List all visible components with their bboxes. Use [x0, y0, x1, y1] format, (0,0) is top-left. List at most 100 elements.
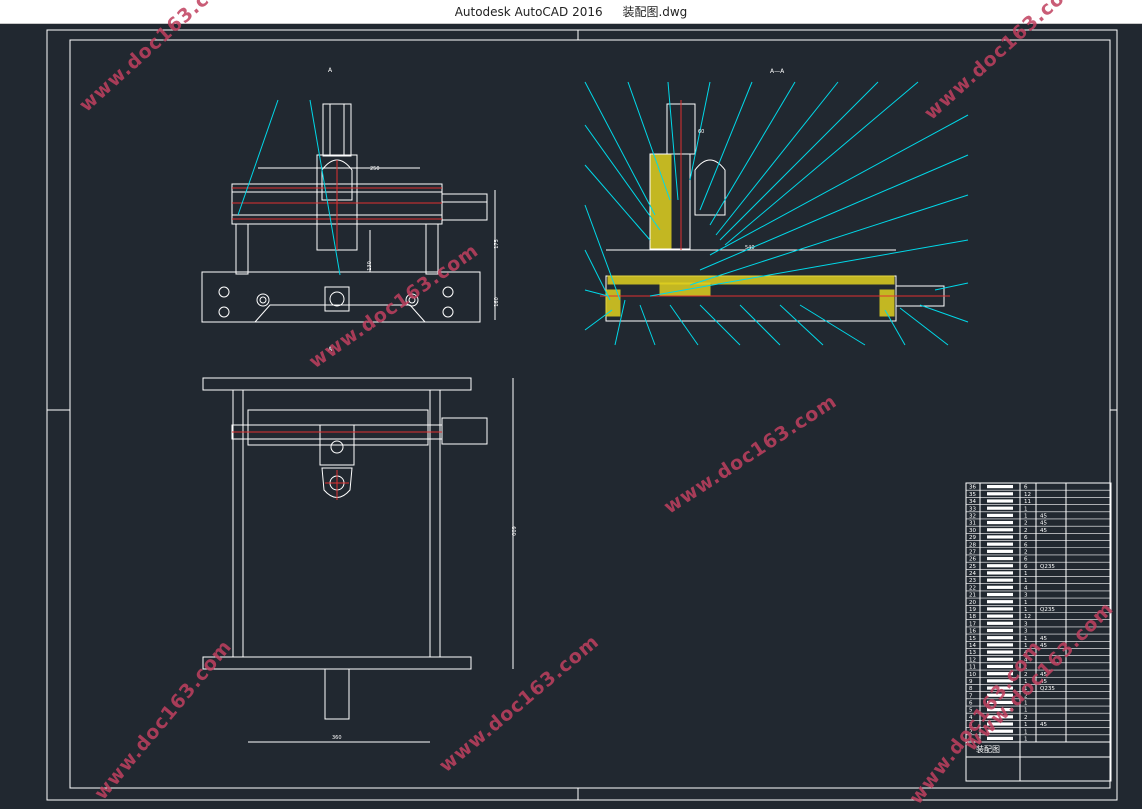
dim-front-total: 130: [366, 261, 373, 271]
bom-row-part-code: [987, 535, 1013, 539]
bom-cell-qty: 2: [1024, 528, 1028, 534]
bom-cell-mat: 45: [1040, 513, 1047, 519]
bom-cell-no: 28: [969, 542, 976, 548]
bom-cell-no: 17: [969, 621, 976, 627]
bom-cell-qty: 2: [1024, 549, 1028, 555]
bom-cell-qty: 6: [1024, 564, 1028, 570]
bom-row-part-code: [987, 614, 1013, 618]
bom-row-part-code: [987, 492, 1013, 496]
bom-cell-no: 9: [969, 679, 973, 685]
bom-cell-qty: 1: [1024, 722, 1028, 728]
dim-section-small: 60: [698, 129, 705, 135]
bom-row-part-code: [987, 528, 1013, 532]
bom-row-part-code: [987, 636, 1013, 640]
bom-cell-qty: 1: [1024, 578, 1028, 584]
bom-row-part-code: [987, 607, 1013, 611]
bom-row-part-code: [987, 485, 1013, 489]
bom-cell-qty: 1: [1024, 506, 1028, 512]
bom-cell-qty: 3: [1024, 593, 1028, 599]
bom-row-part-code: [987, 499, 1013, 503]
bom-cell-no: 10: [969, 672, 976, 678]
bom-cell-qty: 1: [1024, 708, 1028, 714]
bom-cell-no: 12: [969, 657, 976, 663]
bom-cell-no: 20: [969, 600, 976, 606]
dim-front-height: 175: [493, 239, 500, 249]
bom-cell-no: 35: [969, 492, 976, 498]
bom-cell-no: 11: [969, 665, 976, 671]
dim-section-length: 540: [745, 245, 755, 251]
bom-cell-qty: 2: [1024, 715, 1028, 721]
front-centerlines: [232, 160, 442, 250]
bom-cell-no: 30: [969, 528, 976, 534]
dim-plan-width: 360: [332, 735, 342, 741]
bom-cell-no: 36: [969, 485, 976, 491]
bom-row-part-code: [987, 585, 1013, 589]
drawing-svg: 36 635 1234 1133 132 1 4531 2 4530 2 4529 628 627 226…: [46, 29, 1118, 801]
bom-cell-mat: 45: [1040, 636, 1047, 642]
bom-cell-qty: 1: [1024, 513, 1028, 519]
dim-front-base: 160: [493, 297, 500, 307]
bom-row-part-code: [987, 542, 1013, 546]
bom-cell-no: 6: [969, 701, 973, 707]
bom-cell-no: 29: [969, 535, 976, 541]
drawing-canvas[interactable]: 36 6 35 12 34 11 33 1 32 1 45 31 2 45 30 2 45 29 6 28 6 27 2 26…: [0, 0, 1142, 809]
bom-row-part-code: [987, 578, 1013, 582]
bom-cell-qty: 3: [1024, 629, 1028, 635]
bom-cell-no: 8: [969, 686, 973, 692]
bom-row-part-code: [987, 549, 1013, 553]
bom-row-part-code: [987, 564, 1013, 568]
bom-cell-qty: 1: [1024, 600, 1028, 606]
bom-row-part-code: [987, 513, 1013, 517]
bom-cell-qty: 1: [1024, 729, 1028, 735]
bom-cell-no: 15: [969, 636, 976, 642]
bom-cell-no: 14: [969, 643, 976, 649]
bom-cell-no: 23: [969, 578, 976, 584]
bom-cell-no: 33: [969, 506, 976, 512]
section-label: A—A: [770, 68, 785, 75]
bom-cell-qty: 4: [1024, 585, 1028, 591]
bom-cell-no: 32: [969, 513, 976, 519]
bom-cell-qty: 6: [1024, 557, 1028, 563]
file-name: 装配图.dwg: [622, 5, 688, 19]
view-label-top: A: [328, 67, 333, 74]
bom-cell-qty: 6: [1024, 542, 1028, 548]
bom-cell-no: 25: [969, 564, 976, 570]
bom-cell-no: 7: [969, 693, 973, 699]
bom-cell-qty: 1: [1024, 607, 1028, 613]
dim-plan-length: 600: [509, 526, 516, 536]
bom-cell-no: 16: [969, 629, 976, 635]
bom-cell-qty: 1: [1024, 737, 1028, 743]
plan-centerlines: [232, 431, 442, 500]
bom-cell-no: 34: [969, 499, 976, 505]
bom-cell-qty: 6: [1024, 535, 1028, 541]
plan-view: [202, 377, 514, 743]
bom-cell-mat: 45: [1040, 521, 1047, 527]
bom-cell-qty: 12: [1024, 614, 1031, 620]
bom-cell-qty: 1: [1024, 571, 1028, 577]
bom-row-part-code: [987, 571, 1013, 575]
bom-row-part-code: [987, 643, 1013, 647]
bom-cell-no: 21: [969, 593, 976, 599]
front-view: [201, 103, 496, 323]
bom-row-part-code: [987, 556, 1013, 561]
bom-cell-no: 26: [969, 557, 976, 563]
bom-cell-qty: 11: [1024, 499, 1031, 505]
bom-cell-no: 18: [969, 614, 976, 620]
bom-row-part-code: [987, 520, 1013, 525]
bom-cell-mat: 45: [1040, 528, 1047, 534]
app-title: Autodesk AutoCAD 2016: [454, 5, 603, 19]
bom-cell-qty: 2: [1024, 521, 1028, 527]
bom-cell-qty: 6: [1024, 485, 1028, 491]
bom-row-part-code: [987, 592, 1013, 597]
bom-cell-mat: 45: [1040, 722, 1047, 728]
bom-cell-no: 22: [969, 585, 976, 591]
bom-row-part-code: [987, 600, 1013, 604]
bom-cell-mat: Q235: [1040, 564, 1055, 570]
bom-row-part-code: [987, 628, 1013, 633]
bom-cell-no: 19: [969, 607, 976, 613]
bom-row-part-code: [987, 650, 1013, 654]
bom-cell-no: 24: [969, 571, 976, 577]
bom-cell-no: 13: [969, 650, 976, 656]
bom-row-part-code: [987, 506, 1013, 510]
bom-cell-qty: 3: [1024, 621, 1028, 627]
